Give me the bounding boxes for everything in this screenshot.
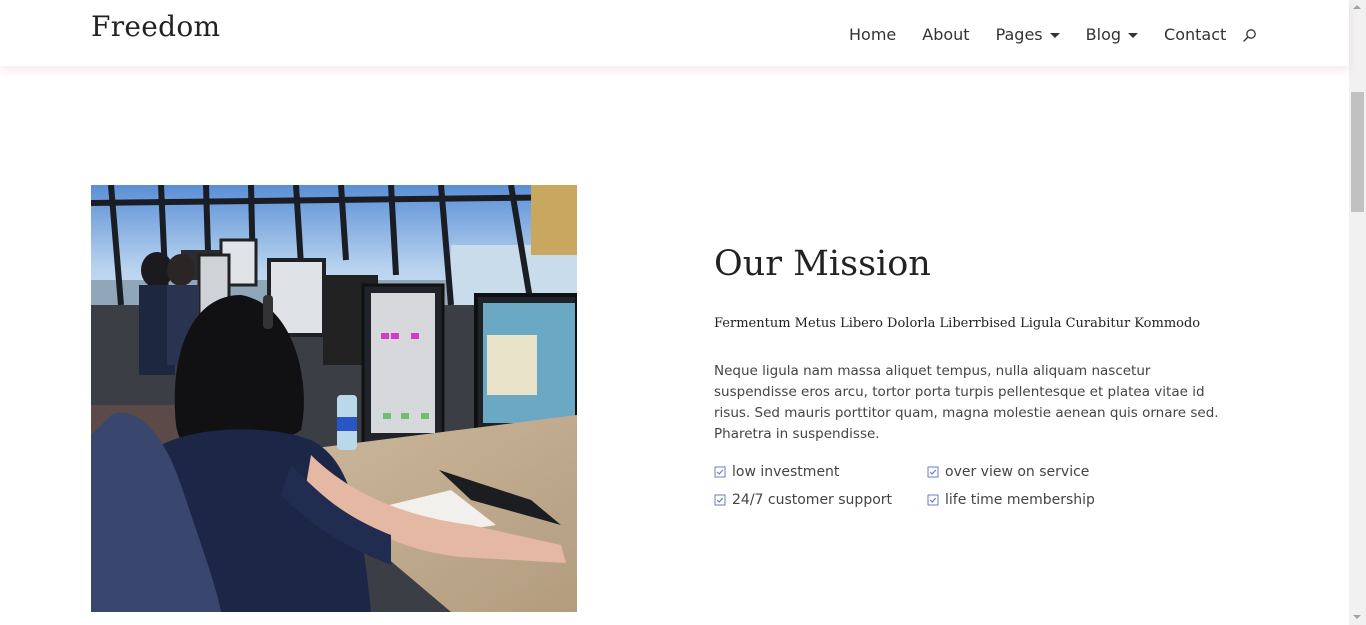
site-logo[interactable]: Freedom [91,10,220,43]
mission-paragraph: Neque ligula nam massa aliquet tempus, n… [714,363,1219,442]
scrollbar-thumb[interactable] [1351,92,1364,212]
nav-contact[interactable]: Contact [1164,25,1226,44]
feature-label: low investment [732,464,840,480]
search-icon [1243,29,1256,42]
feature-item: over view on service [927,463,1134,481]
chevron-down-icon [1128,32,1139,38]
main-nav: Home About Pages Blog Contact [849,25,1226,44]
mission-image [91,185,577,612]
checkbox-icon [927,466,939,478]
feature-list: low investment over view on service 24/7… [714,463,1134,509]
feature-label: over view on service [945,464,1090,480]
feature-item: life time membership [927,491,1134,509]
nav-pages[interactable]: Pages [996,25,1060,44]
feature-label: 24/7 customer support [732,492,893,508]
checkbox-icon [927,494,939,506]
nav-about[interactable]: About [922,25,969,44]
air-traffic-control-photo [91,185,577,612]
checkbox-icon [714,494,726,506]
chevron-down-icon [1049,32,1060,38]
nav-blog-label: Blog [1085,25,1122,44]
nav-about-label: About [922,25,970,44]
nav-blog[interactable]: Blog [1085,25,1139,44]
nav-contact-label: Contact [1164,25,1227,44]
feature-item: low investment [714,463,927,481]
mission-subtitle: Fermentum Metus Libero Dolorla Liberrbis… [714,316,1201,331]
nav-pages-label: Pages [995,25,1043,44]
checkbox-icon [714,466,726,478]
feature-item: 24/7 customer support [714,491,927,509]
nav-home[interactable]: Home [849,25,896,44]
nav-home-label: Home [849,25,897,44]
site-header: Freedom Home About Pages Blog Contact [0,0,1349,66]
search-button[interactable] [1242,28,1258,44]
mission-title: Our Mission [714,244,931,284]
feature-label: life time membership [945,492,1095,508]
scroll-down-icon[interactable] [1353,615,1361,619]
scroll-up-icon[interactable] [1353,5,1361,9]
